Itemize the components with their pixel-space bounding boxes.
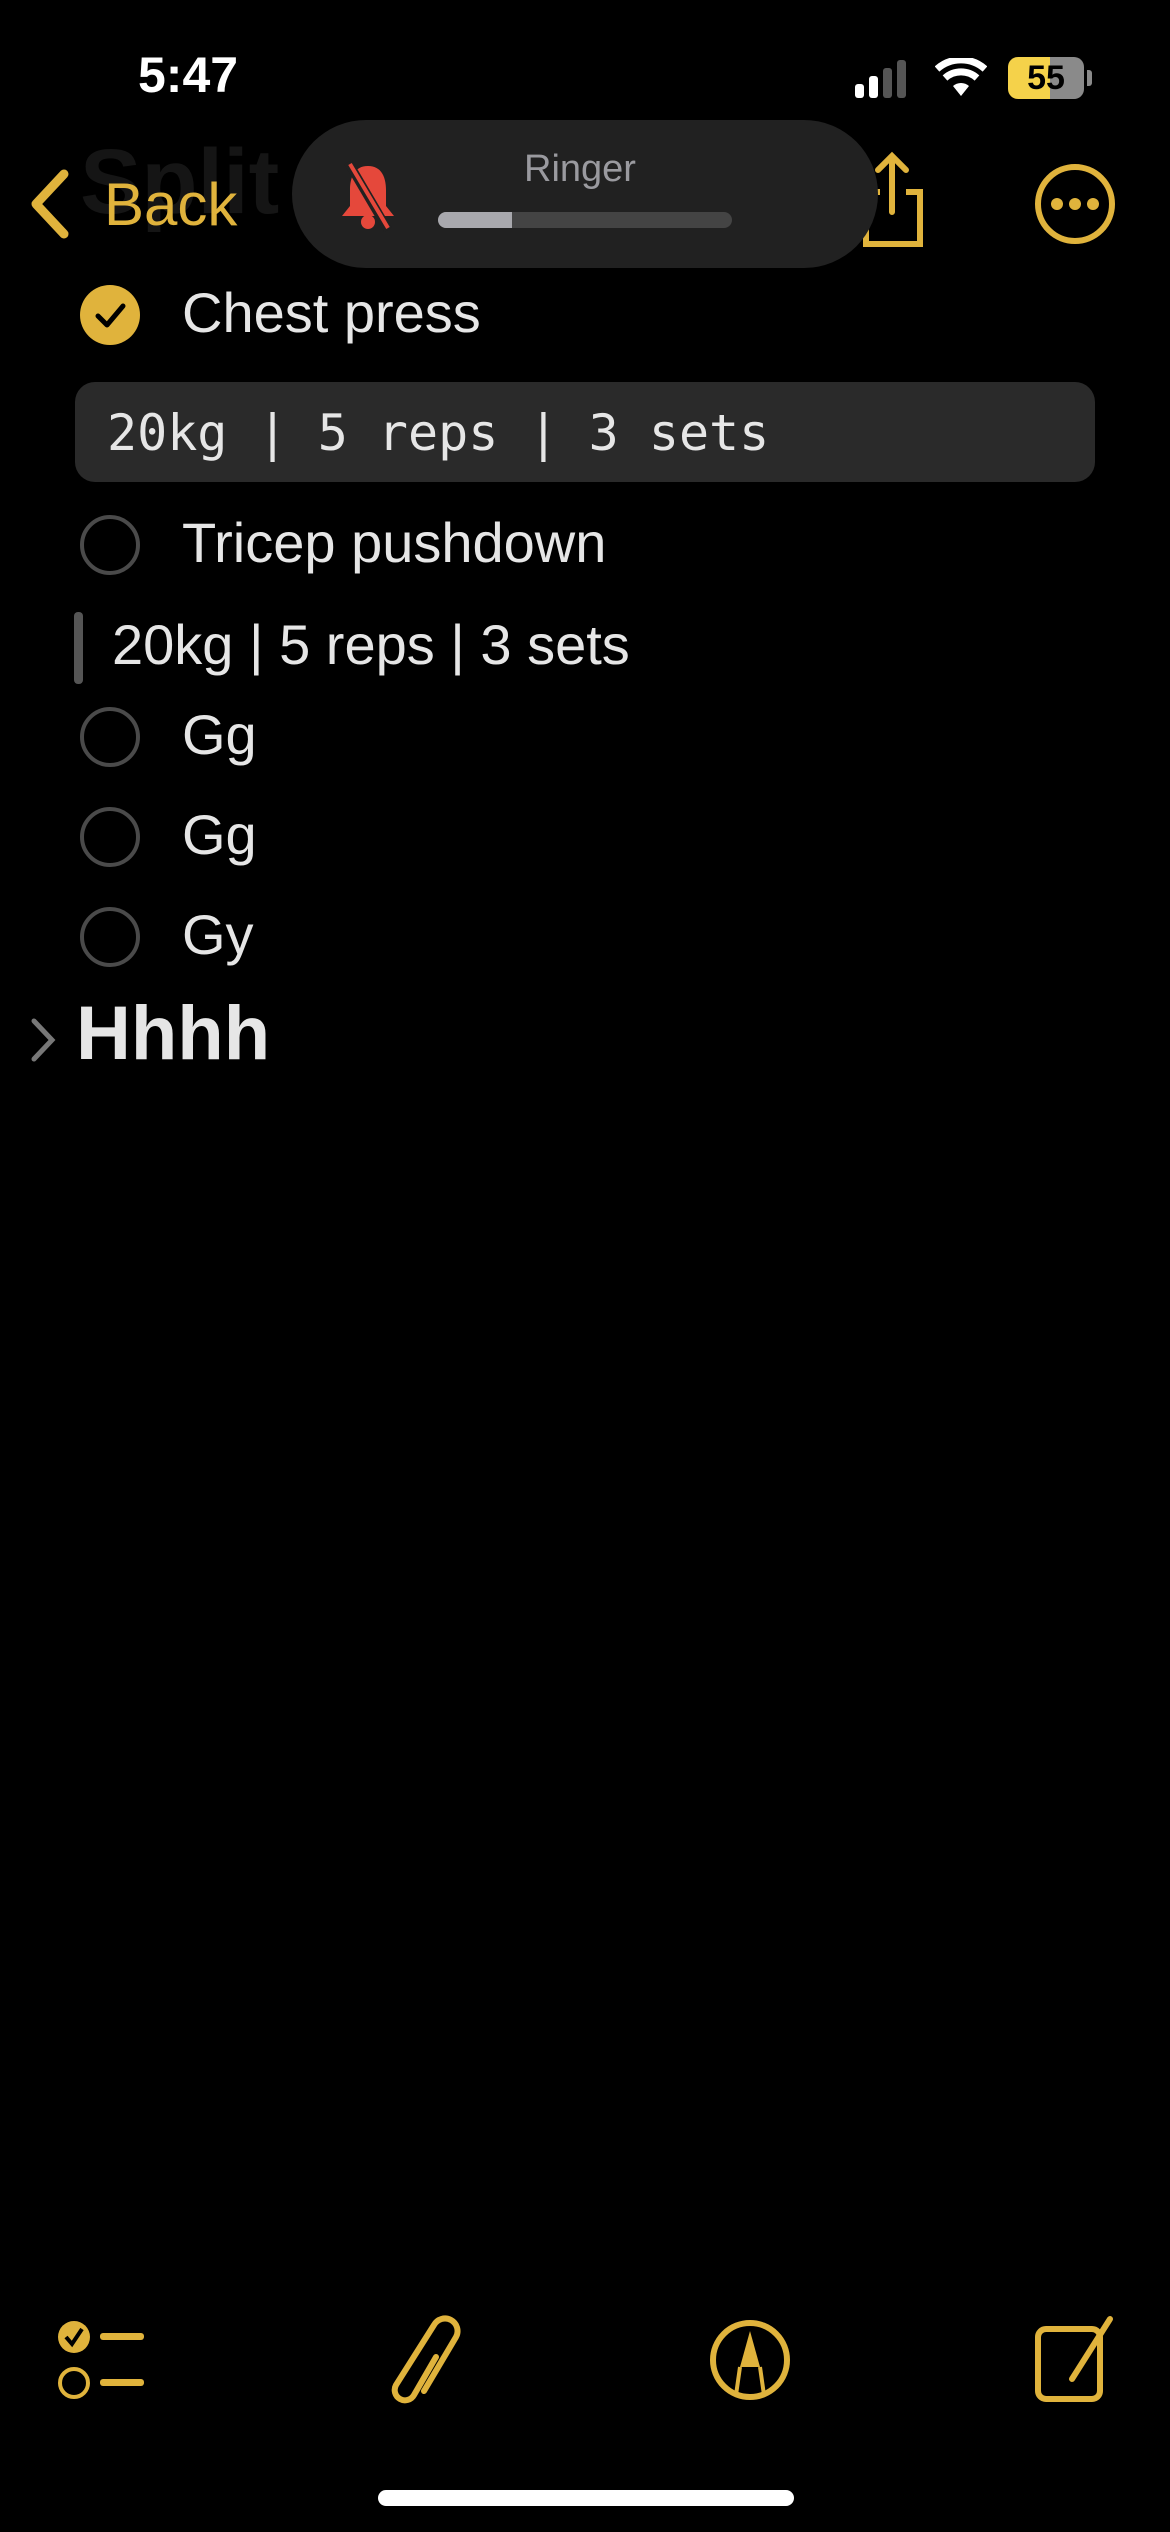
checklist-item: Gg (0, 692, 1170, 782)
bell-slash-icon (342, 160, 394, 232)
checkmark-icon (95, 303, 126, 328)
back-button[interactable]: Back (104, 170, 237, 239)
checklist-text[interactable]: Gg (182, 802, 257, 867)
checkbox-unchecked[interactable] (80, 807, 140, 867)
checkbox-unchecked[interactable] (80, 907, 140, 967)
blockquote-text[interactable]: 20kg | 5 reps | 3 sets (112, 612, 630, 677)
chevron-right-icon[interactable] (26, 1015, 60, 1065)
checklist-item: Chest press (0, 270, 1170, 360)
chevron-left-icon[interactable] (26, 168, 76, 240)
compose-icon[interactable] (1032, 2315, 1118, 2405)
blockquote-bar (74, 612, 83, 684)
checklist-text[interactable]: Gy (182, 902, 254, 967)
wifi-icon (935, 58, 987, 96)
cellular-signal-icon (855, 60, 906, 98)
checklist-text[interactable]: Chest press (182, 280, 481, 345)
home-indicator[interactable] (378, 2490, 794, 2506)
checkbox-checked[interactable] (80, 285, 140, 345)
battery-icon: 55 (1008, 57, 1084, 99)
battery-level: 55 (1027, 59, 1065, 97)
battery-tip (1087, 70, 1092, 86)
ringer-label: Ringer (524, 148, 636, 190)
more-options-icon[interactable] (1033, 162, 1117, 246)
monospaced-block[interactable]: 20kg | 5 reps | 3 sets (75, 382, 1095, 482)
checklist-item: Gy (0, 892, 1170, 982)
checklist-text[interactable]: Tricep pushdown (182, 510, 606, 575)
monospaced-text: 20kg | 5 reps | 3 sets (107, 404, 770, 462)
ringer-hud: Ringer (292, 120, 878, 268)
markup-pen-icon[interactable] (708, 2315, 792, 2405)
checklist-text[interactable]: Gg (182, 702, 257, 767)
status-time: 5:47 (138, 47, 239, 103)
checklist-icon[interactable] (56, 2315, 150, 2405)
paperclip-icon[interactable] (388, 2315, 472, 2405)
checkbox-unchecked[interactable] (80, 515, 140, 575)
ringer-volume-bar (438, 212, 732, 228)
checklist-item: Tricep pushdown (0, 500, 1170, 590)
ringer-volume-fill (438, 212, 512, 228)
checklist-item: Gg (0, 792, 1170, 882)
collapsed-heading[interactable]: Hhhh (76, 990, 270, 1077)
checkbox-unchecked[interactable] (80, 707, 140, 767)
